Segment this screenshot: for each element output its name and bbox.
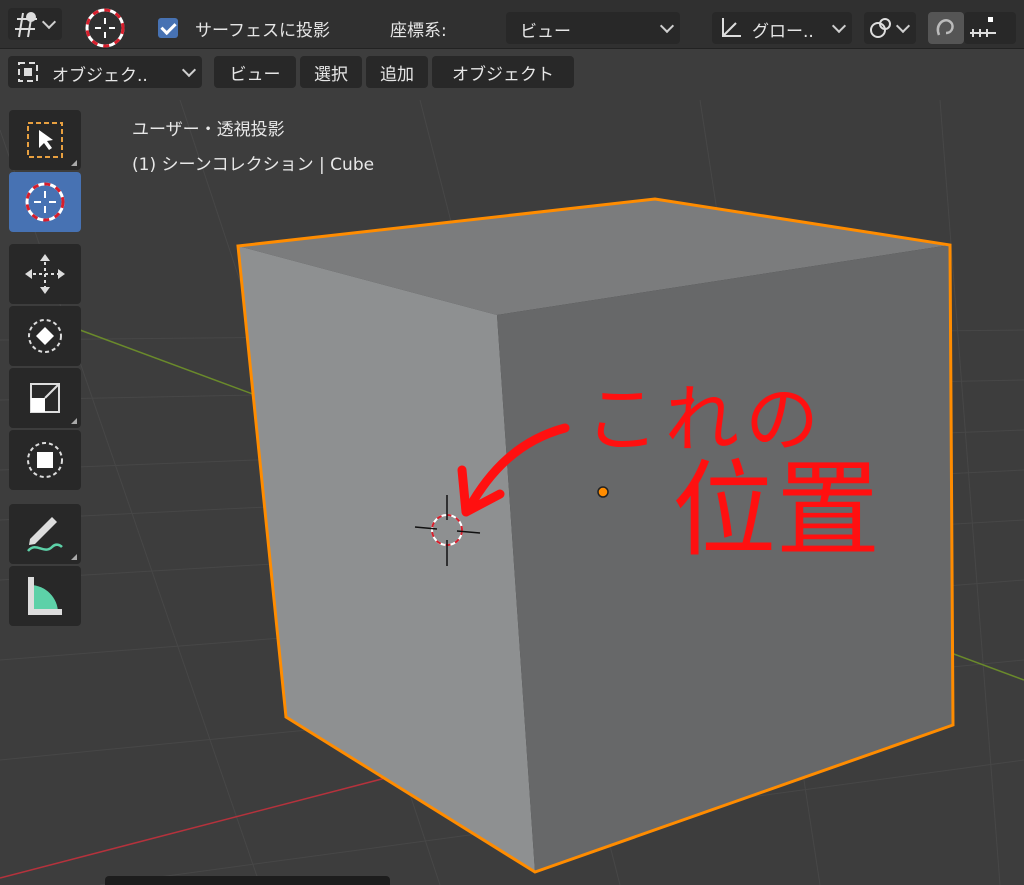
menu-select-label: 選択 (314, 64, 348, 85)
move-icon (25, 254, 65, 294)
tool-measure[interactable] (9, 566, 81, 626)
tool-header: サーフェスに投影 座標系: ビュー グロー.. (0, 0, 1024, 49)
rotate-icon (28, 319, 62, 353)
snap-to-surface-checkbox[interactable] (158, 18, 178, 38)
cursor-icon (25, 182, 65, 222)
orientation-icon (722, 18, 741, 37)
tool-annotate[interactable] (9, 504, 81, 564)
increment-icon (970, 17, 996, 37)
pivot-icon (870, 18, 891, 38)
gizmo-icon (15, 12, 37, 38)
viewport-gizmo-dropdown[interactable] (8, 8, 62, 40)
menu-select[interactable]: 選択 (300, 56, 362, 88)
menu-object-label: オブジェクト (452, 64, 554, 85)
tool-rotate[interactable] (9, 306, 81, 366)
scale-icon (30, 383, 60, 413)
snap-toggle[interactable] (928, 12, 964, 44)
coordinate-system-value: ビュー (520, 22, 571, 42)
tool-transform[interactable] (9, 430, 81, 490)
snap-target-dropdown[interactable] (964, 12, 1016, 44)
collection-info: (1) シーンコレクション | Cube (132, 155, 375, 175)
transform-icon (27, 442, 63, 478)
menu-object[interactable]: オブジェクト (432, 56, 574, 88)
orientation-value: グロー.. (752, 22, 814, 42)
select-box-icon (27, 122, 63, 158)
snap-to-surface-label: サーフェスに投影 (195, 21, 330, 41)
measure-icon (28, 577, 62, 615)
annotation-text-line2: 位置 (672, 449, 881, 571)
tool-select-box[interactable] (9, 110, 81, 170)
coordinate-system-label: 座標系: (390, 21, 447, 41)
orientation-dropdown[interactable]: グロー.. (712, 12, 852, 44)
mode-dropdown[interactable]: オブジェク.. (8, 56, 202, 88)
tool-cursor[interactable] (9, 172, 81, 232)
viewport-header: オブジェク.. ビュー 選択 追加 オブジェクト (0, 48, 1024, 96)
object-origin-dot (597, 486, 609, 498)
object-mode-icon (18, 62, 38, 82)
menu-add[interactable]: 追加 (366, 56, 428, 88)
cursor-icon[interactable] (83, 6, 127, 50)
bottom-region-edge (105, 876, 390, 885)
snap-icon (936, 19, 954, 36)
menu-view-label: ビュー (229, 64, 281, 85)
annotate-icon (27, 517, 63, 552)
tool-scale[interactable] (9, 368, 81, 428)
menu-view[interactable]: ビュー (214, 56, 296, 88)
view-name: ユーザー・透視投影 (132, 120, 285, 140)
coordinate-system-dropdown[interactable]: ビュー (506, 12, 680, 44)
menu-add-label: 追加 (380, 64, 414, 85)
transform-pivot-dropdown[interactable] (864, 12, 916, 44)
tool-move[interactable] (9, 244, 81, 304)
mode-value: オブジェク.. (52, 66, 148, 86)
